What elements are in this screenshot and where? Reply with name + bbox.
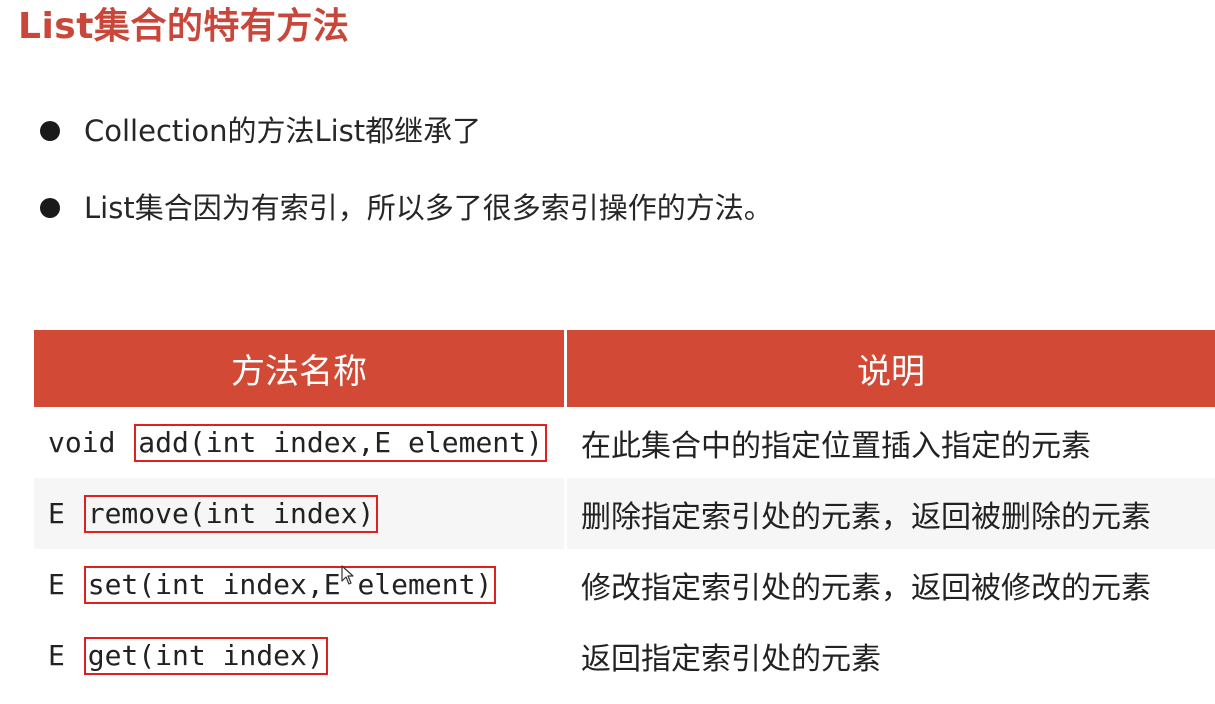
table-row: void add(int index,E element) 在此集合中的指定位置… xyxy=(34,407,1215,478)
method-description-cell: 返回指定索引处的元素 xyxy=(581,641,881,677)
header-description: 说明 xyxy=(567,330,1215,407)
bullet-list: Collection的方法List都继承了 List集合因为有索引，所以多了很多… xyxy=(40,108,773,262)
return-type: E xyxy=(48,567,65,601)
header-method-name: 方法名称 xyxy=(34,330,567,407)
method-signature-cell: E set(int index,E element) xyxy=(34,549,567,620)
table-row: E remove(int index) 删除指定索引处的元素，返回被删除的元素 xyxy=(34,478,1215,549)
bullet-text: List集合因为有索引，所以多了很多索引操作的方法。 xyxy=(84,191,773,225)
method-description-cell: 在此集合中的指定位置插入指定的元素 xyxy=(581,428,1091,464)
method-signature-highlight: remove(int index) xyxy=(83,494,379,533)
table-header-row: 方法名称 说明 xyxy=(34,330,1215,407)
return-type: E xyxy=(48,638,65,672)
method-table: 方法名称 说明 void add(int index,E element) 在此… xyxy=(34,330,1215,691)
mouse-cursor-icon xyxy=(341,565,354,585)
bullet-item: Collection的方法List都继承了 xyxy=(40,108,773,154)
bullet-text: Collection的方法List都继承了 xyxy=(84,114,482,148)
table-row: E set(int index,E element) 修改指定索引处的元素，返回… xyxy=(34,549,1215,620)
bullet-dot-icon xyxy=(40,198,60,218)
page-title: List集合的特有方法 xyxy=(18,6,350,47)
bullet-item: List集合因为有索引，所以多了很多索引操作的方法。 xyxy=(40,185,773,231)
method-signature-cell: E get(int index) xyxy=(34,620,567,691)
method-description-cell: 删除指定索引处的元素，返回被删除的元素 xyxy=(567,478,1215,549)
method-signature-highlight: get(int index) xyxy=(83,636,328,675)
return-type: void xyxy=(48,425,116,459)
method-signature-cell: E remove(int index) xyxy=(34,478,567,549)
method-signature-cell: void add(int index,E element) xyxy=(34,407,567,478)
bullet-dot-icon xyxy=(40,121,60,141)
return-type: E xyxy=(48,496,65,530)
method-description-cell: 修改指定索引处的元素，返回被修改的元素 xyxy=(581,570,1151,606)
method-signature-highlight: add(int index,E element) xyxy=(134,423,547,462)
method-signature-highlight: set(int index,E element) xyxy=(83,565,497,604)
table-row: E get(int index) 返回指定索引处的元素 xyxy=(34,620,1215,691)
